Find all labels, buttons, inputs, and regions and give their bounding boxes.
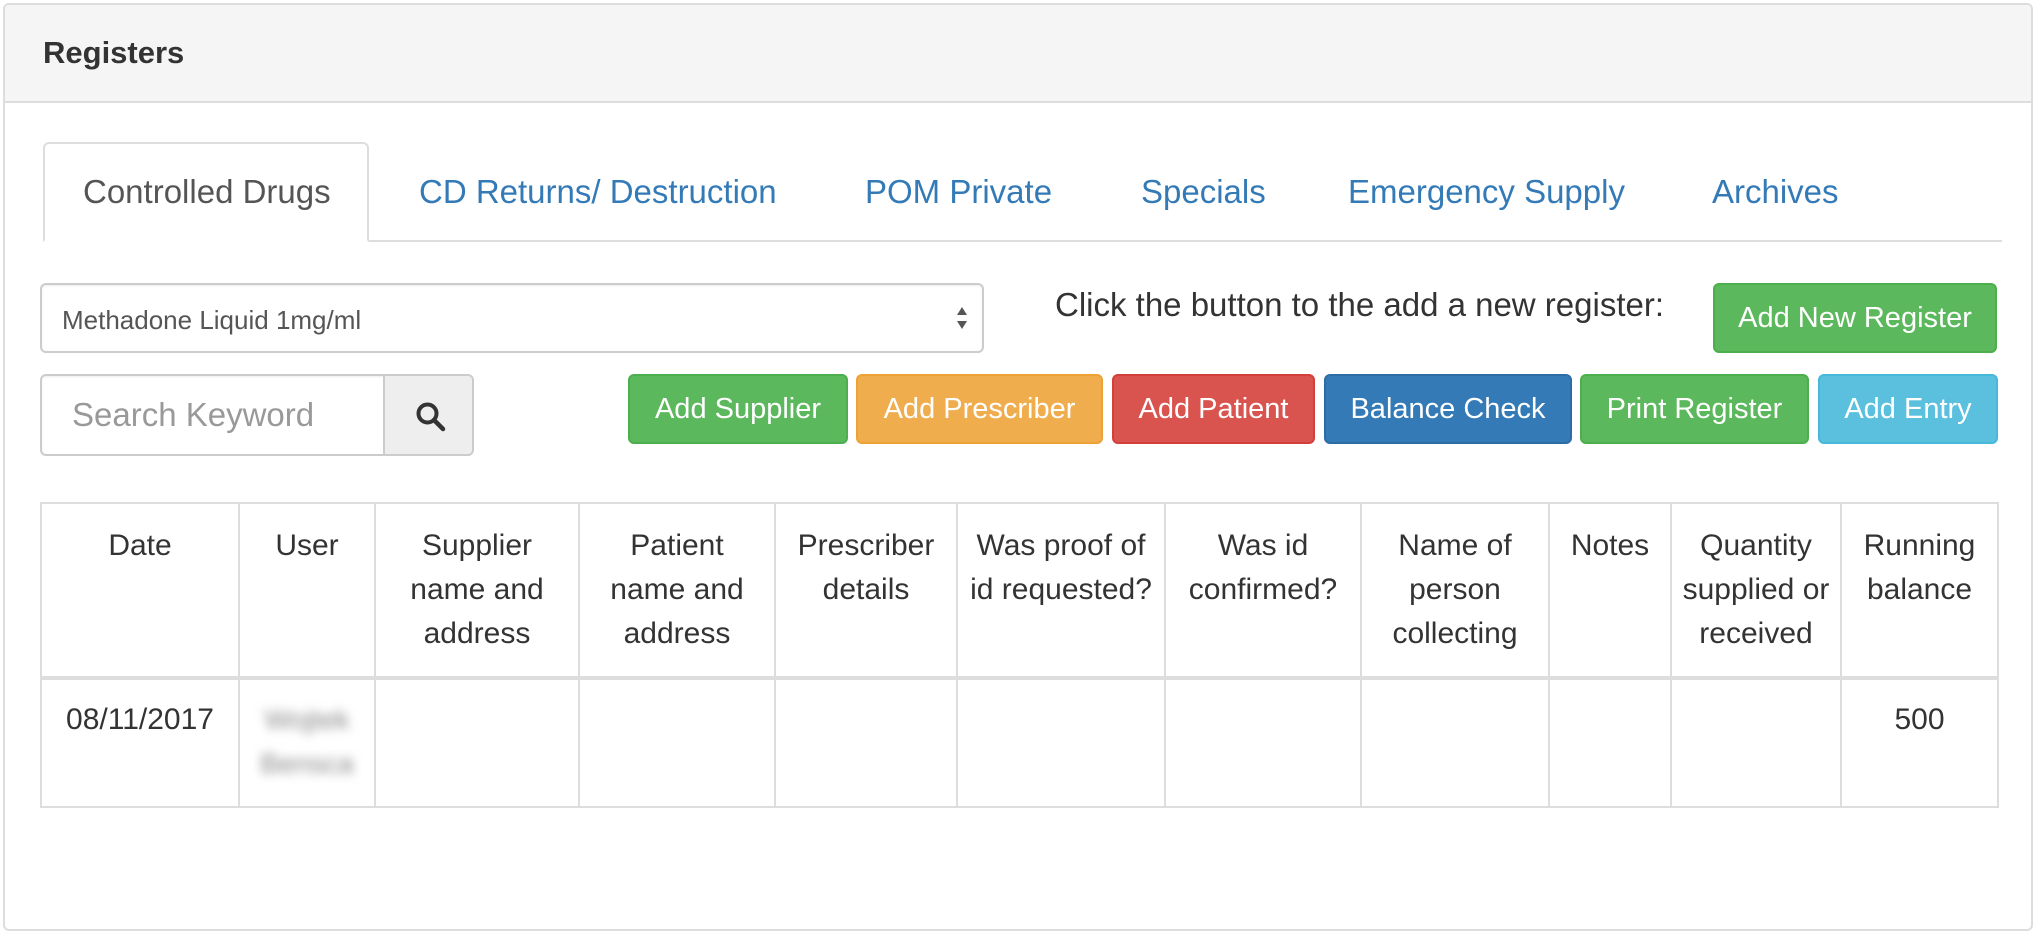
- cell-quantity: [1670, 677, 1842, 808]
- tab-specials[interactable]: Specials: [1141, 142, 1266, 242]
- user-name-blurred: Wojtek Bensca: [260, 704, 354, 779]
- tab-pom-private[interactable]: POM Private: [865, 142, 1052, 242]
- register-table: Date User Supplier name and address Pati…: [40, 502, 1999, 808]
- column-header-notes: Notes: [1548, 502, 1672, 680]
- add-new-register-button[interactable]: Add New Register: [1713, 283, 1997, 353]
- column-header-person-collecting: Name of person collecting: [1360, 502, 1550, 680]
- cell-notes: [1548, 677, 1672, 808]
- search-icon: [416, 402, 446, 432]
- tab-controlled-drugs[interactable]: Controlled Drugs: [43, 142, 369, 242]
- column-header-proof-of-id: Was proof of id requested?: [956, 502, 1166, 680]
- register-tabs: Controlled Drugs CD Returns/ Destruction…: [43, 142, 2002, 242]
- tab-cd-returns-destruction[interactable]: CD Returns/ Destruction: [419, 142, 777, 242]
- cell-running-balance: 500: [1840, 677, 1999, 808]
- table-row: 08/11/2017 Wojtek Bensca 500: [40, 677, 1999, 808]
- print-register-button[interactable]: Print Register: [1580, 374, 1809, 444]
- select-arrows-icon: [954, 302, 970, 334]
- cell-supplier: [374, 677, 580, 808]
- search-button[interactable]: [383, 374, 474, 456]
- tab-archives[interactable]: Archives: [1712, 142, 1839, 242]
- cell-person-collecting: [1360, 677, 1550, 808]
- column-header-id-confirmed: Was id confirmed?: [1164, 502, 1362, 680]
- cell-date: 08/11/2017: [40, 677, 240, 808]
- table-header-row: Date User Supplier name and address Pati…: [40, 502, 1999, 680]
- panel-title: Registers: [43, 35, 185, 70]
- cell-id-confirmed: [1164, 677, 1362, 808]
- search-input[interactable]: [42, 376, 385, 454]
- column-header-running-balance: Running balance: [1840, 502, 1999, 680]
- cell-proof-of-id: [956, 677, 1166, 808]
- add-prescriber-button[interactable]: Add Prescriber: [856, 374, 1103, 444]
- add-register-prompt: Click the button to the add a new regist…: [1055, 286, 1665, 323]
- panel-heading: Registers: [5, 5, 2031, 103]
- column-header-patient: Patient name and address: [578, 502, 776, 680]
- column-header-quantity: Quantity supplied or received: [1670, 502, 1842, 680]
- search-field[interactable]: [40, 374, 385, 456]
- column-header-supplier: Supplier name and address: [374, 502, 580, 680]
- add-patient-button[interactable]: Add Patient: [1112, 374, 1315, 444]
- register-select[interactable]: Methadone Liquid 1mg/ml: [40, 283, 984, 353]
- column-header-prescriber: Prescriber details: [774, 502, 958, 680]
- cell-prescriber: [774, 677, 958, 808]
- add-supplier-button[interactable]: Add Supplier: [628, 374, 848, 444]
- column-header-date: Date: [40, 502, 240, 680]
- balance-check-button[interactable]: Balance Check: [1324, 374, 1572, 444]
- register-select-value: Methadone Liquid 1mg/ml: [62, 305, 362, 335]
- column-header-user: User: [238, 502, 376, 680]
- add-entry-button[interactable]: Add Entry: [1818, 374, 1998, 444]
- tab-emergency-supply[interactable]: Emergency Supply: [1348, 142, 1625, 242]
- cell-patient: [578, 677, 776, 808]
- cell-user: Wojtek Bensca: [238, 677, 376, 808]
